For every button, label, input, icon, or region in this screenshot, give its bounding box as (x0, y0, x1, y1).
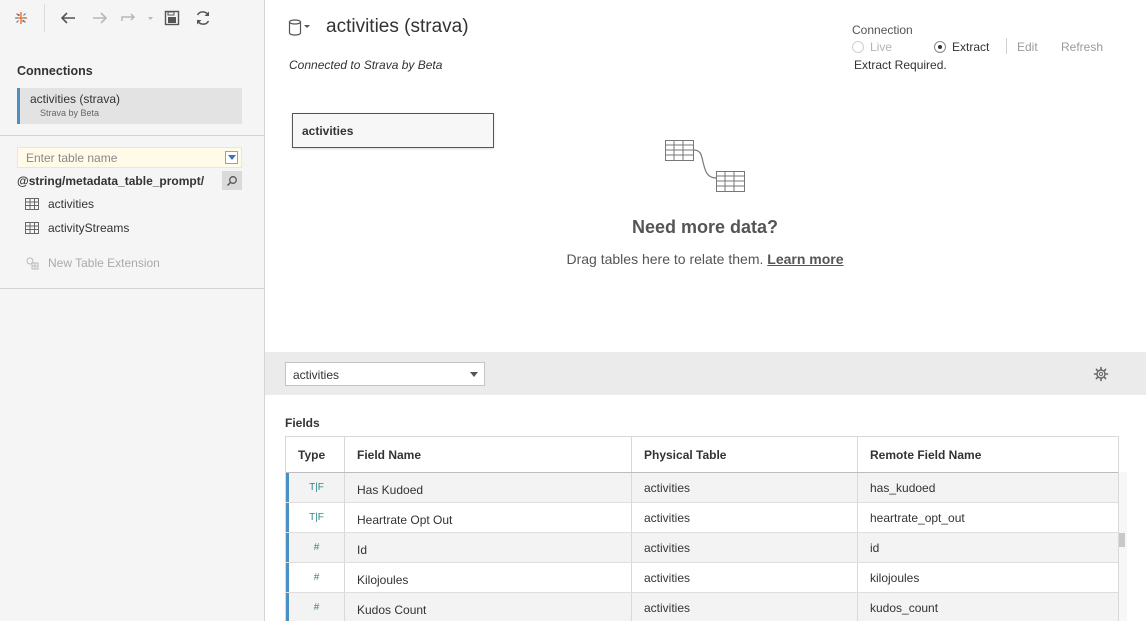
drag-tables-text: Drag tables here to relate them. (566, 251, 764, 267)
connection-title[interactable]: activities (strava) (326, 16, 469, 38)
connection-item[interactable]: activities (strava) Strava by Beta (17, 88, 242, 124)
data-source-sidebar: Connections activities (strava) Strava b… (0, 0, 265, 621)
fields-grid: Type Field Name Physical Table Remote Fi… (285, 436, 1119, 621)
chevron-down-icon (470, 372, 478, 377)
physical-table-cell: activities (632, 563, 858, 592)
save-icon[interactable] (161, 7, 183, 29)
column-header-physical-table[interactable]: Physical Table (632, 437, 858, 472)
new-table-extension-label: New Table Extension (48, 256, 160, 270)
sidebar-table-label: activityStreams (48, 221, 130, 235)
number-type-icon[interactable]: # (286, 593, 345, 621)
remote-field-cell: heartrate_opt_out (870, 510, 965, 525)
table-row[interactable]: # Kilojoules activities kilojoules (286, 563, 1118, 593)
need-more-data-text: Drag tables here to relate them. Learn m… (540, 251, 870, 267)
live-radio-label: Live (870, 40, 893, 54)
live-radio[interactable]: Live (852, 40, 892, 54)
refresh-icon[interactable] (192, 7, 214, 29)
column-header-field-name[interactable]: Field Name (345, 437, 632, 472)
toolbar-divider (44, 4, 45, 32)
sidebar-table-activitystreams[interactable]: activityStreams (25, 219, 129, 237)
physical-table-cell: activities (632, 503, 858, 532)
physical-table-cell: activities (632, 593, 858, 621)
extract-status: Extract Required. (854, 58, 947, 72)
radio-circle (852, 41, 864, 53)
connection-name: activities (strava) (30, 92, 121, 106)
physical-table-cell: activities (632, 473, 858, 502)
schema-label: @string/metadata_table_prompt/ (17, 174, 205, 188)
forward-arrow-icon[interactable] (89, 7, 111, 29)
table-row[interactable]: # Kudos Count activities kudos_count (286, 593, 1118, 621)
fields-scrollbar[interactable] (1119, 472, 1127, 621)
table-row[interactable]: T|F Has Kudoed activities has_kudoed (286, 473, 1118, 503)
number-type-icon[interactable]: # (286, 563, 345, 592)
fields-header-row: Type Field Name Physical Table Remote Fi… (286, 437, 1118, 473)
sidebar-divider (0, 288, 264, 289)
remote-field-cell: id (870, 540, 880, 555)
fields-heading: Fields (285, 416, 320, 430)
sidebar-table-label: activities (48, 197, 95, 211)
table-select-value: activities (293, 368, 340, 382)
physical-table-cell: activities (632, 533, 858, 562)
back-arrow-icon[interactable] (57, 7, 79, 29)
gear-icon[interactable] (1093, 366, 1109, 385)
field-name-cell[interactable]: Heartrate Opt Out (345, 503, 632, 532)
table-search (17, 147, 242, 168)
boolean-type-icon[interactable]: T|F (286, 503, 345, 532)
field-name-cell[interactable]: Kudos Count (345, 593, 632, 621)
database-icon[interactable] (288, 19, 312, 40)
connection-subtitle-text: Connected to Strava by Beta (289, 58, 443, 72)
search-icon[interactable] (222, 171, 242, 190)
edit-link[interactable]: Edit (1017, 40, 1038, 54)
extract-radio-label: Extract (952, 40, 990, 54)
need-more-data-heading: Need more data? (631, 217, 779, 237)
sidebar-table-activities[interactable]: activities (25, 195, 94, 213)
radio-circle (934, 41, 946, 53)
new-table-extension[interactable]: New Table Extension (25, 256, 160, 270)
connection-label: Connection (852, 23, 913, 37)
redo-icon[interactable] (118, 7, 154, 29)
sidebar-divider (0, 135, 264, 136)
connections-heading: Connections (17, 64, 93, 78)
relate-tables-icon (664, 139, 748, 198)
table-select[interactable]: activities (285, 362, 485, 386)
field-name-cell[interactable]: Id (345, 533, 632, 562)
field-name-cell[interactable]: Has Kudoed (345, 473, 632, 502)
table-row[interactable]: # Id activities id (286, 533, 1118, 563)
table-extension-icon (26, 257, 39, 270)
canvas-table-activities[interactable]: activities (292, 113, 494, 148)
connection-subtitle: Strava by Beta (40, 108, 100, 118)
table-grid-icon (25, 198, 39, 210)
table-search-input[interactable] (18, 148, 218, 167)
connection-panel-divider (1006, 38, 1007, 54)
boolean-type-icon[interactable]: T|F (286, 473, 345, 502)
table-row[interactable]: T|F Heartrate Opt Out activities heartra… (286, 503, 1118, 533)
refresh-link[interactable]: Refresh (1061, 40, 1103, 54)
scrollbar-thumb[interactable] (1119, 533, 1125, 547)
column-header-type[interactable]: Type (286, 437, 345, 472)
remote-field-cell: kilojoules (870, 570, 920, 585)
number-type-icon[interactable]: # (286, 533, 345, 562)
toolbar (0, 0, 264, 36)
learn-more-link[interactable]: Learn more (767, 251, 843, 267)
table-search-dropdown-icon[interactable] (225, 151, 238, 164)
field-name-cell[interactable]: Kilojoules (345, 563, 632, 592)
remote-field-cell: kudos_count (870, 600, 939, 615)
table-grid-icon (25, 222, 39, 234)
extract-radio[interactable]: Extract (934, 40, 989, 54)
remote-field-cell: has_kudoed (870, 480, 936, 495)
column-header-remote-field-name[interactable]: Remote Field Name (858, 437, 1118, 472)
tableau-logo-icon[interactable] (10, 7, 32, 29)
